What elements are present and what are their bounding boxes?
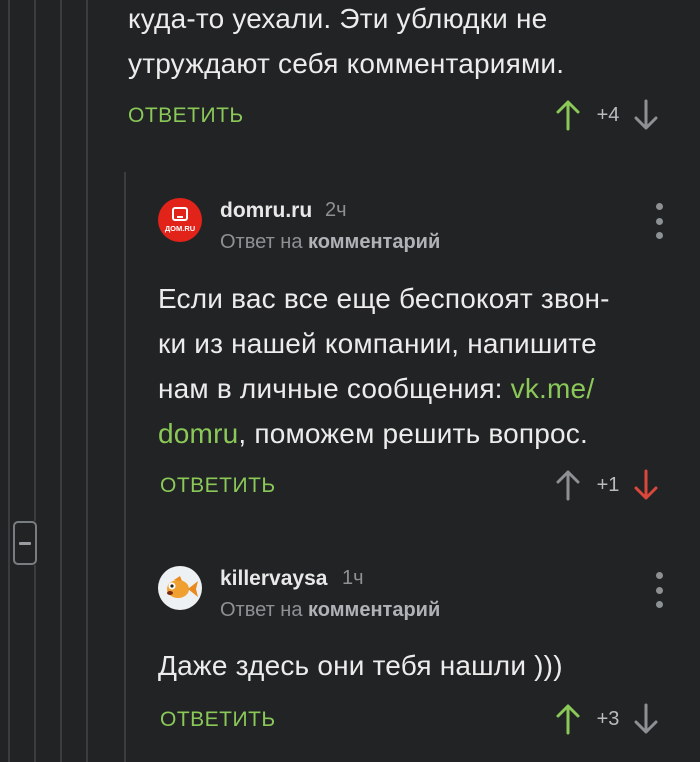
domru-reply-to: Ответ на комментарий xyxy=(220,231,440,254)
domru-line-2: ки из нашей компании, напишите xyxy=(158,328,597,359)
domru-vote: +1 xyxy=(556,469,658,501)
killervaysa-time: 1ч xyxy=(342,567,364,589)
domru-avatar[interactable]: ДОМ.RU xyxy=(158,198,202,242)
svg-text:ДОМ.RU: ДОМ.RU xyxy=(165,224,195,233)
upvote-icon[interactable] xyxy=(556,469,580,501)
killervaysa-reply-to-link[interactable]: комментарий xyxy=(308,599,440,621)
thread-line-2 xyxy=(34,0,36,521)
domru-line-1: Если вас все еще беспокоят звон- xyxy=(158,283,610,314)
thread-line-3 xyxy=(60,0,62,762)
domru-more-options-icon[interactable] xyxy=(653,203,665,239)
killervaysa-reply-button[interactable]: ОТВЕТИТЬ xyxy=(160,708,276,732)
killervaysa-vote: +3 xyxy=(556,703,658,735)
vk-link-part-1[interactable]: vk.me/ xyxy=(511,373,595,404)
killervaysa-avatar[interactable] xyxy=(158,566,202,610)
minus-icon xyxy=(19,541,31,545)
comment-top-reply-button[interactable]: ОТВЕТИТЬ xyxy=(128,104,244,128)
comment-top-vote: +4 xyxy=(556,99,658,131)
killervaysa-more-options-icon[interactable] xyxy=(653,572,665,608)
domru-line-4: domru, поможем решить вопрос. xyxy=(158,418,588,449)
killervaysa-comment-text: Даже здесь они тебя нашли ))) xyxy=(158,643,563,688)
domru-author[interactable]: domru.ru xyxy=(220,199,312,223)
domru-line-3: нам в личные сообщения: vk.me/ xyxy=(158,373,595,404)
killervaysa-reply-to: Ответ на комментарий xyxy=(220,599,440,622)
domru-comment-text: Если вас все еще беспокоят звон- ки из н… xyxy=(158,276,610,456)
collapse-thread-button[interactable] xyxy=(13,521,37,565)
downvote-icon[interactable] xyxy=(634,99,658,131)
vk-link-part-2[interactable]: domru xyxy=(158,418,238,449)
domru-logo-icon: ДОМ.RU xyxy=(165,207,195,233)
upvote-icon[interactable] xyxy=(556,703,580,735)
comment-top-score: +4 xyxy=(596,103,620,126)
fish-avatar-icon xyxy=(167,576,198,598)
upvote-icon[interactable] xyxy=(556,99,580,131)
domru-score: +1 xyxy=(596,473,620,496)
domru-time: 2ч xyxy=(325,199,347,221)
killervaysa-line-1: Даже здесь они тебя нашли ))) xyxy=(158,650,563,681)
thread-line-1 xyxy=(8,0,10,762)
killervaysa-author[interactable]: killervaysa xyxy=(220,567,327,591)
domru-reply-to-link[interactable]: комментарий xyxy=(308,231,440,253)
downvote-icon[interactable] xyxy=(634,703,658,735)
domru-reply-to-prefix: Ответ на xyxy=(220,231,303,253)
comment-top-line-1: куда-то уехали. Эти ублюдки не xyxy=(128,3,548,34)
downvote-icon[interactable] xyxy=(634,469,658,501)
comment-top-line-2: утруждают себя комментариями. xyxy=(128,48,565,79)
domru-reply-button[interactable]: ОТВЕТИТЬ xyxy=(160,474,276,498)
killervaysa-score: +3 xyxy=(596,707,620,730)
thread-line-4 xyxy=(86,0,88,762)
thread-line-5 xyxy=(124,172,126,762)
comment-top-text: куда-то уехали. Эти ублюдки не утруждают… xyxy=(128,0,564,86)
thread-line-2-lower xyxy=(34,565,36,762)
killervaysa-reply-to-prefix: Ответ на xyxy=(220,599,303,621)
